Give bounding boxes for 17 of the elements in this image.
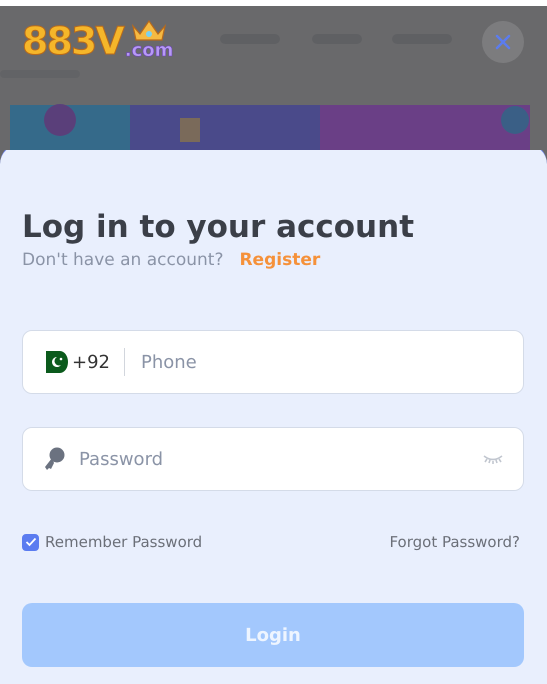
- close-icon[interactable]: [495, 34, 511, 50]
- prompt-text: Don't have an account?: [22, 250, 224, 270]
- logo-text: 883V: [22, 18, 123, 64]
- logo-domain: .com: [124, 42, 174, 60]
- key-icon: [43, 447, 65, 471]
- remember-label: Remember Password: [45, 533, 202, 551]
- country-code[interactable]: +92: [72, 352, 110, 372]
- crown-icon: [130, 18, 168, 42]
- forgot-password-link[interactable]: Forgot Password?: [389, 533, 520, 551]
- password-field[interactable]: Password: [22, 427, 524, 491]
- phone-field[interactable]: +92 Phone: [22, 330, 524, 394]
- dialog-title: Log in to your account: [22, 208, 416, 246]
- password-input[interactable]: Password: [77, 448, 483, 470]
- eye-closed-icon[interactable]: [483, 454, 503, 464]
- check-icon: [24, 537, 36, 547]
- remember-checkbox[interactable]: [22, 534, 39, 550]
- phone-input[interactable]: Phone: [139, 350, 503, 374]
